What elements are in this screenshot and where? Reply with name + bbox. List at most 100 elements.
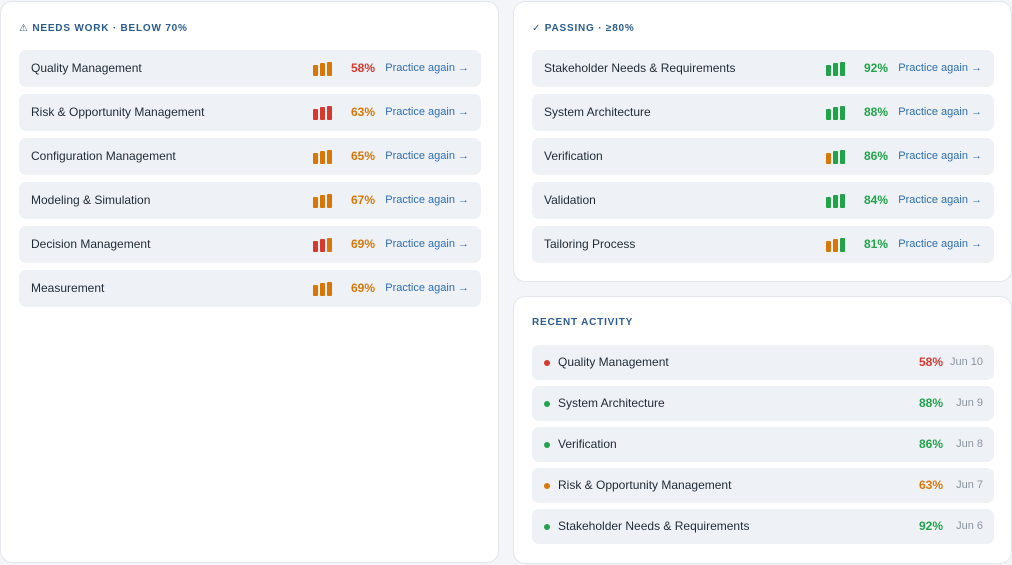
activity-date: Jun 7 bbox=[956, 479, 983, 491]
score-bar bbox=[833, 107, 838, 120]
topic-row: Quality Management 58% Practice again → bbox=[19, 50, 481, 87]
score-bar bbox=[327, 282, 332, 296]
topic-row: Measurement 69% Practice again → bbox=[19, 270, 481, 307]
passing-title: ✓ PASSING · ≥80% bbox=[532, 23, 635, 34]
topic-row: Verification 86% Practice again → bbox=[532, 138, 994, 175]
recent-activity-title: RECENT ACTIVITY bbox=[532, 317, 634, 328]
topic-label: Tailoring Process bbox=[544, 237, 636, 251]
score-bar bbox=[840, 106, 845, 120]
activity-label: Verification bbox=[558, 437, 617, 451]
score-bar bbox=[833, 151, 838, 164]
practice-again-link[interactable]: Practice again → bbox=[898, 182, 982, 219]
score-bar bbox=[320, 63, 325, 76]
topic-row: Decision Management 69% Practice again → bbox=[19, 226, 481, 263]
passing-card: ✓ PASSING · ≥80% Stakeholder Needs & Req… bbox=[513, 1, 1012, 282]
topic-label: System Architecture bbox=[544, 105, 651, 119]
score-bar bbox=[327, 194, 332, 208]
score-bar bbox=[826, 197, 831, 208]
practice-again-link[interactable]: Practice again → bbox=[898, 226, 982, 263]
status-dot-icon bbox=[544, 483, 550, 489]
practice-again-link[interactable]: Practice again → bbox=[898, 94, 982, 131]
topic-row: Tailoring Process 81% Practice again → bbox=[532, 226, 994, 263]
practice-again-link[interactable]: Practice again → bbox=[898, 138, 982, 175]
score-percent: 84% bbox=[863, 193, 888, 207]
score-bar bbox=[826, 153, 831, 164]
score-bar bbox=[327, 238, 332, 252]
topic-row: Risk & Opportunity Management 63% Practice… bbox=[19, 94, 481, 131]
topic-label: Validation bbox=[544, 193, 596, 207]
score-bar bbox=[833, 195, 838, 208]
activity-row: System Architecture 88% Jun 9 bbox=[532, 386, 994, 421]
score-bar bbox=[833, 63, 838, 76]
needs-work-title: ⚠ NEEDS WORK · BELOW 70% bbox=[19, 23, 188, 34]
topic-label: Modeling & Simulation bbox=[31, 193, 151, 207]
score-bar bbox=[327, 106, 332, 120]
score-bars-icon bbox=[826, 62, 846, 76]
score-bar bbox=[833, 239, 838, 252]
topic-label: Measurement bbox=[31, 281, 105, 295]
activity-row: Risk & Opportunity Management 63% Jun 7 bbox=[532, 468, 994, 503]
score-bars-icon bbox=[313, 106, 333, 120]
activity-label: Stakeholder Needs & Requirements bbox=[558, 519, 750, 533]
topic-label: Configuration Management bbox=[31, 149, 176, 163]
activity-date: Jun 10 bbox=[949, 356, 983, 368]
status-dot-icon bbox=[544, 401, 550, 407]
score-bar bbox=[320, 283, 325, 296]
score-bar bbox=[826, 241, 831, 252]
score-bars-icon bbox=[826, 238, 846, 252]
topic-label: Decision Management bbox=[31, 237, 151, 251]
status-dot-icon bbox=[544, 442, 550, 448]
activity-label: Quality Management bbox=[558, 355, 669, 369]
score-percent: 58% bbox=[350, 61, 375, 75]
activity-date: Jun 9 bbox=[956, 397, 983, 409]
practice-again-link[interactable]: Practice again → bbox=[385, 50, 469, 87]
score-bars-icon bbox=[826, 106, 846, 120]
activity-label: Risk & Opportunity Management bbox=[558, 478, 732, 492]
activity-row: Stakeholder Needs & Requirements 92% Jun 6 bbox=[532, 509, 994, 544]
activity-score: 92% bbox=[918, 519, 943, 533]
score-bar bbox=[327, 150, 332, 164]
score-bar bbox=[840, 194, 845, 208]
topic-label: Stakeholder Needs & Requirements bbox=[544, 61, 736, 75]
practice-again-link[interactable]: Practice again → bbox=[385, 226, 469, 263]
status-dot-icon bbox=[544, 360, 550, 366]
practice-again-link[interactable]: Practice again → bbox=[385, 138, 469, 175]
practice-again-link[interactable]: Practice again → bbox=[898, 50, 982, 87]
score-bars-icon bbox=[826, 150, 846, 164]
score-bars-icon bbox=[826, 194, 846, 208]
score-bars-icon bbox=[313, 238, 333, 252]
practice-again-link[interactable]: Practice again → bbox=[385, 182, 469, 219]
score-bar bbox=[313, 197, 318, 208]
topic-row: Stakeholder Needs & Requirements 92% Pract… bbox=[532, 50, 994, 87]
score-bar bbox=[313, 109, 318, 120]
activity-label: System Architecture bbox=[558, 396, 665, 410]
topic-label: Quality Management bbox=[31, 61, 142, 75]
activity-date: Jun 6 bbox=[956, 520, 983, 532]
score-percent: 69% bbox=[350, 281, 375, 295]
score-percent: 92% bbox=[863, 61, 888, 75]
topic-label: Risk & Opportunity Management bbox=[31, 105, 205, 119]
score-bar bbox=[826, 109, 831, 120]
score-bar bbox=[313, 241, 318, 252]
score-bar bbox=[320, 151, 325, 164]
score-bar bbox=[320, 195, 325, 208]
practice-again-link[interactable]: Practice again → bbox=[385, 94, 469, 131]
activity-row: Verification 86% Jun 8 bbox=[532, 427, 994, 462]
score-percent: 65% bbox=[350, 149, 375, 163]
score-bars-icon bbox=[313, 194, 333, 208]
activity-score: 86% bbox=[918, 437, 943, 451]
activity-score: 88% bbox=[918, 396, 943, 410]
score-bar bbox=[840, 62, 845, 76]
topic-row: Modeling & Simulation 67% Practice again → bbox=[19, 182, 481, 219]
topic-label: Verification bbox=[544, 149, 603, 163]
status-dot-icon bbox=[544, 524, 550, 530]
score-bars-icon bbox=[313, 62, 333, 76]
score-bar bbox=[327, 62, 332, 76]
score-percent: 69% bbox=[350, 237, 375, 251]
score-bar bbox=[320, 107, 325, 120]
score-bar bbox=[840, 150, 845, 164]
score-bar bbox=[320, 239, 325, 252]
score-bars-icon bbox=[313, 282, 333, 296]
activity-score: 63% bbox=[918, 478, 943, 492]
practice-again-link[interactable]: Practice again → bbox=[385, 270, 469, 307]
